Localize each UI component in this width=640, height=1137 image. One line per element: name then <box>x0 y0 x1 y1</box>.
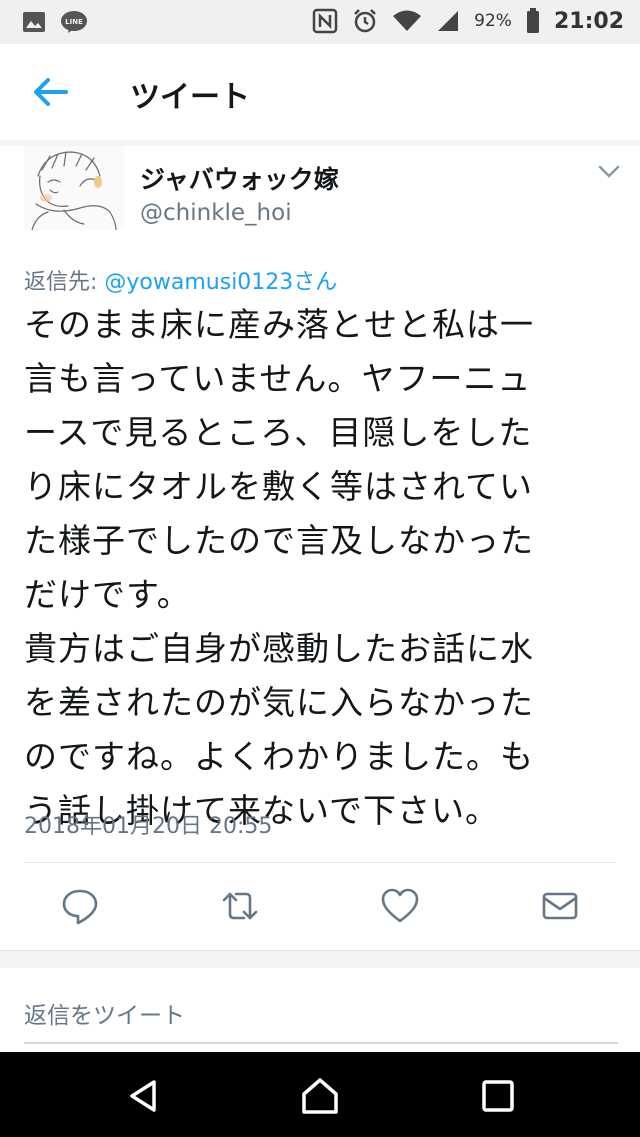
reply-mention-link[interactable]: @yowamusi0123さん <box>104 270 337 295</box>
tweet-text-line: た様子でしたので言及しなかった <box>24 521 534 560</box>
reply-label: 返信先: <box>24 270 105 295</box>
retweet-icon <box>222 892 258 920</box>
system-nav-bar <box>0 1052 640 1137</box>
tweet-text-line: 貴方はご自身が感動したお話に水 <box>24 629 534 668</box>
back-button[interactable] <box>28 74 72 110</box>
more-options-button[interactable] <box>597 164 621 180</box>
like-button[interactable] <box>380 886 420 926</box>
retweet-button[interactable] <box>220 886 260 926</box>
direct-message-button[interactable] <box>540 886 580 926</box>
status-bar: LINE 92% 21:02 <box>0 0 640 44</box>
tweet-text-line: のですね。よくわかりました。も <box>24 737 534 776</box>
tweet-detail: ジャバウォック嫁 @chinkle_hoi 返信先: @yowamusi0123… <box>0 146 640 952</box>
reply-input[interactable]: 返信をツイート <box>24 996 185 1030</box>
svg-text:LINE: LINE <box>65 18 83 26</box>
direct-message-icon <box>542 892 578 920</box>
square-recents-icon <box>482 1080 514 1112</box>
nav-home-button[interactable] <box>300 1076 340 1116</box>
tweet-timestamp[interactable]: 2018年01月20日 20:55 <box>24 808 272 840</box>
tweet-text-line: そのまま床に産み落とせと私は一 <box>24 305 534 344</box>
nav-back-button[interactable] <box>124 1076 164 1116</box>
reply-button[interactable] <box>60 886 100 926</box>
reply-icon <box>62 889 98 925</box>
tweet-text-line: だけです。 <box>24 575 191 614</box>
tweet-text-line: り床にタオルを敷く等はされてい <box>24 467 534 506</box>
gallery-icon <box>23 12 45 32</box>
app-bar: ツイート <box>0 44 640 141</box>
like-icon <box>381 888 419 923</box>
page-title: ツイート <box>130 80 250 115</box>
tweet-text-line: 言も言っていません。ヤフーニュ <box>24 359 532 398</box>
clock: 21:02 <box>553 8 624 34</box>
reply-composer: 返信をツイート <box>0 968 640 1052</box>
tweet-text-line: ースで見るところ、目隠しをした <box>24 413 533 452</box>
user-handle[interactable]: @chinkle_hoi <box>140 200 292 226</box>
home-icon <box>302 1078 338 1114</box>
status-bar-notifications: LINE <box>22 10 88 34</box>
tweet-text: そのまま床に産み落とせと私は一 言も言っていません。ヤフーニュ ースで見るところ… <box>24 298 628 838</box>
status-bar-system: 92% 21:02 <box>312 8 624 34</box>
back-arrow-icon <box>34 78 68 106</box>
avatar-sketch-image <box>24 146 124 231</box>
signal-icon <box>438 11 459 31</box>
chevron-down-icon <box>598 165 620 178</box>
triangle-back-icon <box>130 1080 156 1112</box>
alarm-icon <box>354 9 377 33</box>
nfc-icon <box>312 8 338 34</box>
battery-icon <box>526 8 539 33</box>
nav-recents-button[interactable] <box>478 1076 518 1116</box>
divider <box>0 950 640 969</box>
tweet-text-line: を差されたのが気に入らなかった <box>24 683 534 722</box>
wifi-icon <box>393 10 422 31</box>
display-name[interactable]: ジャバウォック嫁 <box>140 160 339 196</box>
avatar[interactable] <box>24 146 124 231</box>
tweet-actions <box>0 864 640 950</box>
line-app-icon: LINE <box>61 11 87 33</box>
divider <box>24 862 616 863</box>
reply-context: 返信先: @yowamusi0123さん <box>24 264 337 296</box>
battery-percent: 92% <box>474 11 512 31</box>
reply-input-underline <box>24 1042 618 1044</box>
